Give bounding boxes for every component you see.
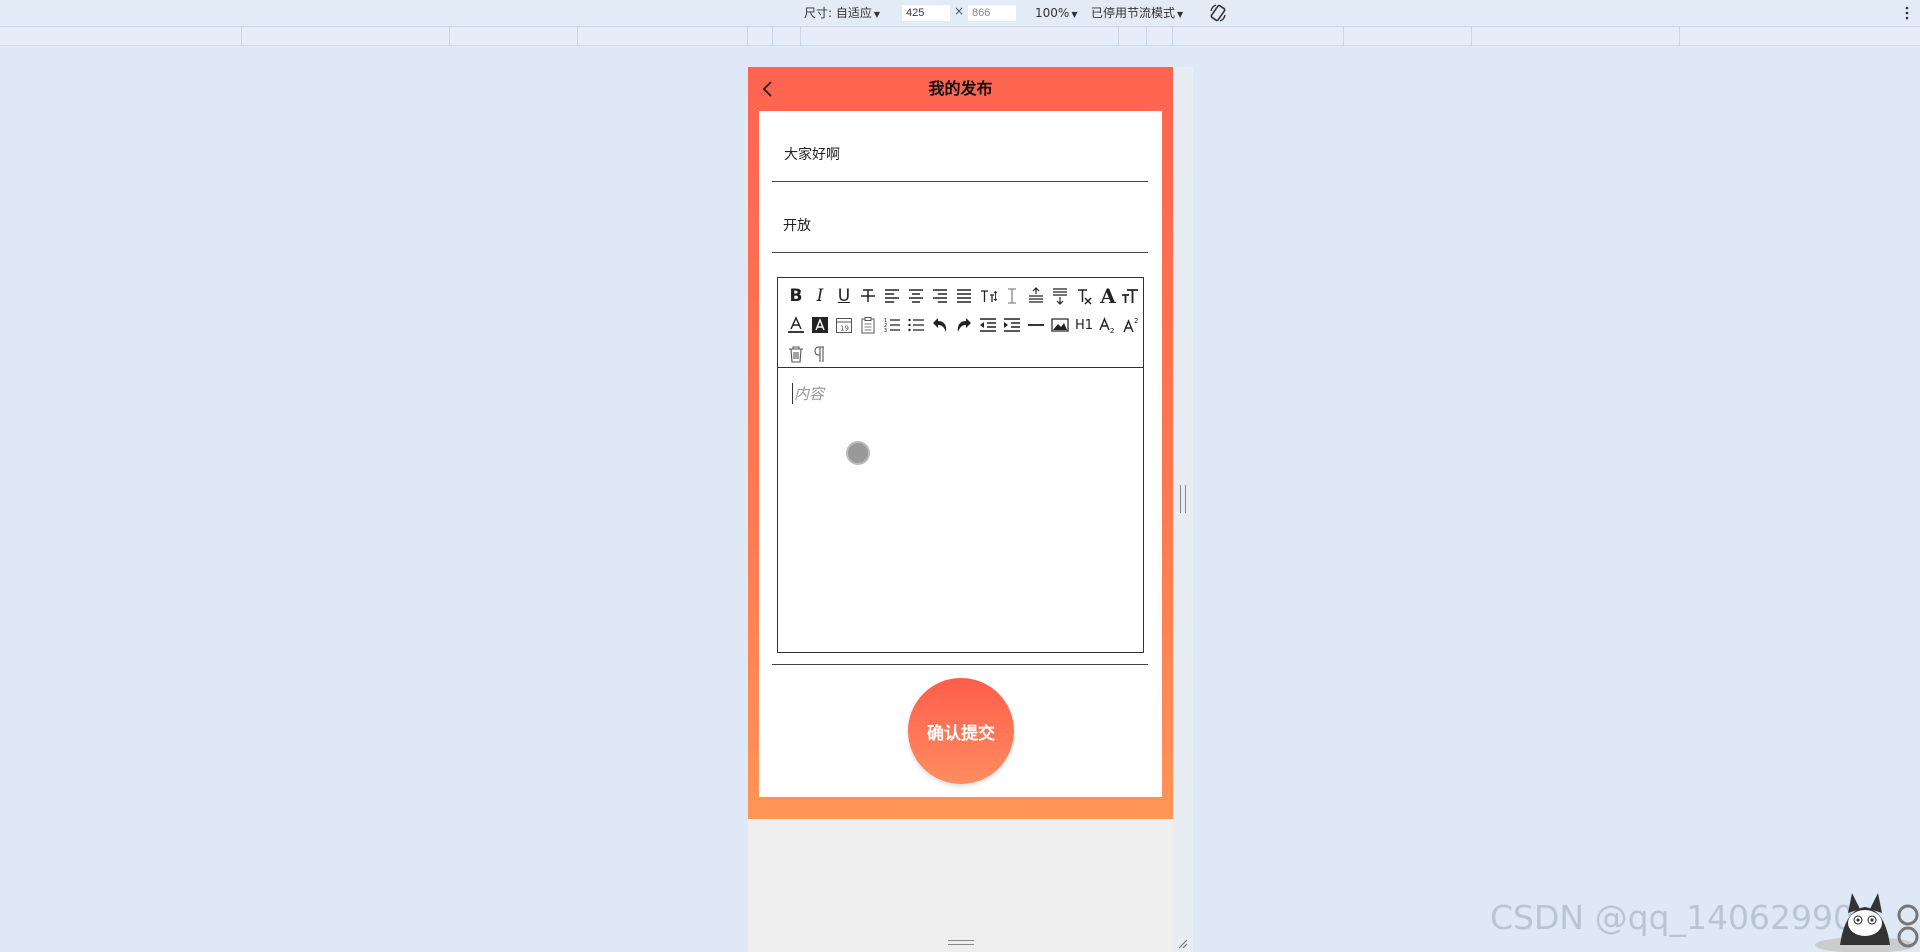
more-vert-icon[interactable]	[1904, 3, 1910, 23]
height-input[interactable]	[968, 5, 1016, 21]
chevron-down-icon: ▼	[1071, 10, 1078, 19]
paragraph-spacing-icon[interactable]	[1026, 286, 1046, 306]
throttle-dropdown[interactable]: 已停用节流模式 ▼	[1091, 5, 1183, 23]
align-center-icon[interactable]	[906, 286, 926, 306]
font-color-icon[interactable]	[786, 315, 806, 335]
submit-button[interactable]: 确认提交	[908, 678, 1014, 784]
visibility-field[interactable]: 开放	[772, 185, 1148, 253]
text-transform-icon[interactable]	[1120, 286, 1140, 306]
chevron-down-icon: ▼	[1177, 10, 1184, 19]
rich-text-editor: B I U A 19 123 H1 2 2 内容	[777, 277, 1144, 653]
width-input[interactable]	[902, 5, 950, 21]
svg-text:2: 2	[1134, 317, 1138, 325]
title-field[interactable]: 大家好啊	[772, 114, 1148, 182]
undo-icon[interactable]	[930, 315, 950, 335]
strikethrough-icon[interactable]	[858, 286, 878, 306]
horizontal-rule-icon[interactable]	[1026, 315, 1046, 335]
ordered-list-icon[interactable]: 123	[882, 315, 902, 335]
chevron-down-icon: ▼	[873, 10, 881, 19]
trash-icon[interactable]	[786, 344, 806, 364]
editor-toolbar: B I U A 19 123 H1 2 2	[778, 278, 1143, 368]
align-right-icon[interactable]	[930, 286, 950, 306]
outdent-icon[interactable]	[978, 315, 998, 335]
svg-text:3: 3	[884, 328, 887, 334]
superscript-icon[interactable]: 2	[1122, 315, 1142, 335]
watermark: CSDN @qq_14062990	[1490, 898, 1854, 937]
image-icon[interactable]	[1050, 315, 1070, 335]
page-title: 我的发布	[928, 79, 993, 98]
rotate-icon[interactable]	[1208, 3, 1228, 23]
times-label: ×	[954, 4, 965, 18]
bold-icon[interactable]: B	[786, 286, 806, 306]
font-family-icon[interactable]: A	[1098, 286, 1118, 306]
zoom-dropdown[interactable]: 100% ▼	[1035, 5, 1077, 23]
visibility-field-value: 开放	[783, 218, 811, 234]
resize-handle-right[interactable]	[1180, 485, 1186, 513]
resize-handle-bottom[interactable]	[948, 940, 974, 945]
align-left-icon[interactable]	[882, 286, 902, 306]
resize-corner-icon[interactable]	[1176, 937, 1188, 949]
clear-format-icon[interactable]	[1074, 286, 1094, 306]
svg-text:19: 19	[840, 325, 849, 333]
heading-icon[interactable]: H1	[1074, 315, 1094, 335]
content-placeholder: 内容	[792, 383, 825, 404]
size-dropdown[interactable]: 尺寸: 自适应 ▼	[804, 5, 880, 23]
align-justify-icon[interactable]	[954, 286, 974, 306]
editor-content-area[interactable]: 内容	[778, 369, 1143, 652]
date-icon[interactable]: 19	[834, 315, 854, 335]
cat-mascot-icon	[1815, 893, 1919, 952]
svg-text:2: 2	[1110, 327, 1114, 334]
clipboard-icon[interactable]	[858, 315, 878, 335]
line-height-icon[interactable]	[1002, 286, 1022, 306]
unordered-list-icon[interactable]	[906, 315, 926, 335]
subscript-icon[interactable]: 2	[1098, 315, 1118, 335]
touch-cursor	[846, 441, 870, 465]
font-size-icon[interactable]	[978, 286, 998, 306]
chevron-left-icon[interactable]	[760, 79, 776, 99]
zoom-label: 100%	[1035, 6, 1070, 20]
indent-icon[interactable]	[1002, 315, 1022, 335]
title-field-value: 大家好啊	[784, 147, 840, 163]
background-color-icon[interactable]	[810, 315, 830, 335]
app-header: 我的发布	[748, 67, 1173, 111]
underline-icon[interactable]: U	[834, 286, 854, 306]
divider	[772, 664, 1148, 665]
pilcrow-icon[interactable]	[810, 344, 830, 364]
italic-icon[interactable]: I	[810, 286, 830, 306]
media-query-ruler	[0, 27, 1920, 46]
size-label: 尺寸: 自适应	[804, 6, 872, 20]
indent-top-icon[interactable]	[1050, 286, 1070, 306]
devtools-toolbar: 尺寸: 自适应▼ × 100%▼ 已停用节流模式▼	[0, 0, 1920, 27]
form-card: 大家好啊 开放 B I U A 19 1 2 3 H1 2 2 内容 确认提交	[759, 111, 1162, 797]
throttle-label: 已停用节流模式	[1091, 6, 1176, 20]
app-page: 我的发布 大家好啊 开放 B I U A 19 1 2 3 H1 2 2 内容 …	[748, 67, 1173, 819]
redo-icon[interactable]	[954, 315, 974, 335]
